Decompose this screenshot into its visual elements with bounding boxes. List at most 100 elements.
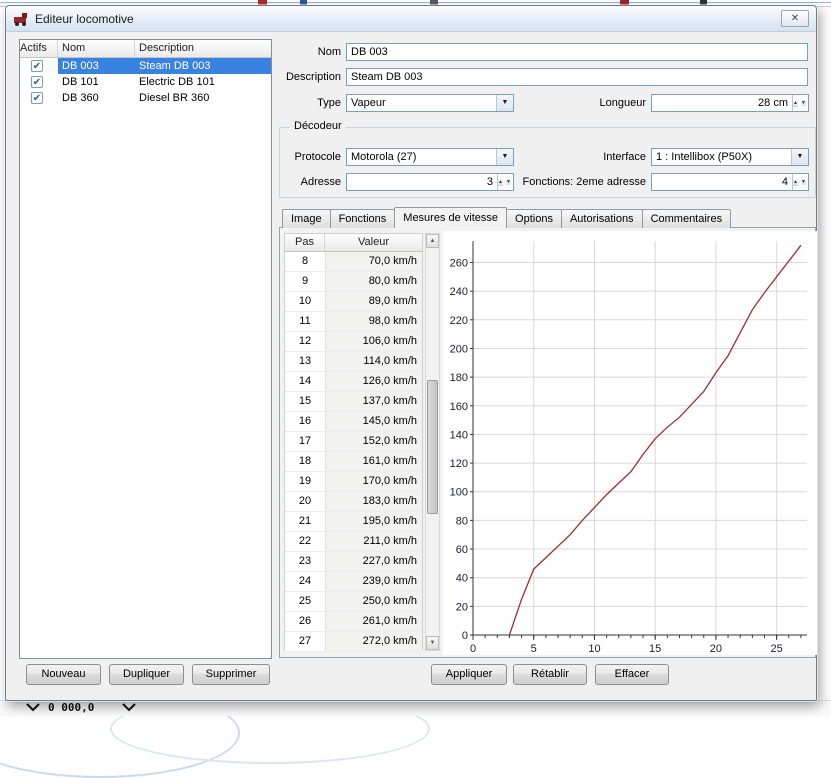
speed-row[interactable]: 26261,0 km/h <box>285 612 422 632</box>
speed-row[interactable]: 17152,0 km/h <box>285 432 422 452</box>
spinner-down-icon[interactable]: ▼ <box>801 100 806 106</box>
speed-row[interactable]: 18161,0 km/h <box>285 452 422 472</box>
speed-value[interactable]: 261,0 km/h <box>325 612 422 631</box>
speed-value[interactable]: 250,0 km/h <box>325 592 422 611</box>
locomotive-row[interactable]: ✔DB 360Diesel BR 360 <box>20 90 271 106</box>
speed-value[interactable]: 272,0 km/h <box>325 632 422 651</box>
locomotive-row[interactable]: ✔DB 003Steam DB 003 <box>20 58 271 74</box>
speed-value[interactable]: 80,0 km/h <box>325 272 422 291</box>
column-header-pas[interactable]: Pas <box>285 234 325 251</box>
speed-value[interactable]: 239,0 km/h <box>325 572 422 591</box>
actifs-checkbox[interactable]: ✔ <box>20 58 58 74</box>
speed-step: 15 <box>285 392 325 411</box>
nom-label: Nom <box>246 43 341 61</box>
loco-name: DB 360 <box>58 90 135 106</box>
svg-text:15: 15 <box>649 643 661 655</box>
dupliquer-button[interactable]: Dupliquer <box>109 664 184 685</box>
speed-value[interactable]: 183,0 km/h <box>325 492 422 511</box>
speed-value[interactable]: 137,0 km/h <box>325 392 422 411</box>
speed-value[interactable]: 114,0 km/h <box>325 352 422 371</box>
locomotive-row[interactable]: ✔DB 101Electric DB 101 <box>20 74 271 90</box>
spinner-up-icon[interactable]: ▲ <box>793 100 798 107</box>
speed-row[interactable]: 21195,0 km/h <box>285 512 422 532</box>
tab-commentaires[interactable]: Commentaires <box>642 209 732 228</box>
speed-row[interactable]: 27272,0 km/h <box>285 632 422 652</box>
background-status-value: 0 000,0 <box>48 701 94 714</box>
speed-value[interactable]: 152,0 km/h <box>325 432 422 451</box>
svg-text:120: 120 <box>450 458 468 470</box>
scroll-down-icon[interactable]: ▼ <box>426 636 439 650</box>
chevron-down-icon[interactable]: ▼ <box>791 149 808 165</box>
editor-tabs: ImageFonctionsMesures de vitesseOptionsA… <box>282 207 730 228</box>
speed-row[interactable]: 980,0 km/h <box>285 272 422 292</box>
actifs-checkbox[interactable]: ✔ <box>20 74 58 90</box>
speed-value[interactable]: 70,0 km/h <box>325 252 422 271</box>
speed-table-scrollbar[interactable]: ▲ ▼ <box>425 233 440 651</box>
speed-row[interactable]: 15137,0 km/h <box>285 392 422 412</box>
column-header-nom[interactable]: Nom <box>58 40 135 57</box>
locomotive-list[interactable]: Actifs Nom Description ✔DB 003Steam DB 0… <box>19 39 272 659</box>
speed-row[interactable]: 12106,0 km/h <box>285 332 422 352</box>
tab-autorisations[interactable]: Autorisations <box>561 209 643 228</box>
supprimer-button[interactable]: Supprimer <box>192 664 270 685</box>
effacer-button[interactable]: Effacer <box>595 664 669 685</box>
speed-row[interactable]: 16145,0 km/h <box>285 412 422 432</box>
speed-row[interactable]: 23227,0 km/h <box>285 552 422 572</box>
tab-mesures-de-vitesse[interactable]: Mesures de vitesse <box>394 207 507 228</box>
speed-value[interactable]: 98,0 km/h <box>325 312 422 331</box>
speed-row[interactable]: 1089,0 km/h <box>285 292 422 312</box>
speed-value[interactable]: 126,0 km/h <box>325 372 422 391</box>
nouveau-button[interactable]: Nouveau <box>26 664 101 685</box>
close-icon[interactable]: ✕ <box>781 10 809 27</box>
speed-value[interactable]: 145,0 km/h <box>325 412 422 431</box>
spinner-up-icon[interactable]: ▲ <box>793 179 798 186</box>
longueur-stepper[interactable]: 28 cm ▲ ▼ <box>651 94 809 112</box>
svg-text:140: 140 <box>450 429 468 441</box>
speed-value[interactable]: 89,0 km/h <box>325 292 422 311</box>
speed-value[interactable]: 211,0 km/h <box>325 532 422 551</box>
description-input[interactable]: Steam DB 003 <box>346 68 808 86</box>
svg-text:0: 0 <box>470 643 476 655</box>
speed-value[interactable]: 195,0 km/h <box>325 512 422 531</box>
scrollbar-thumb[interactable] <box>427 380 438 514</box>
speed-row[interactable]: 20183,0 km/h <box>285 492 422 512</box>
speed-row[interactable]: 13114,0 km/h <box>285 352 422 372</box>
dialog-titlebar[interactable]: Editeur locomotive ✕ <box>6 6 816 32</box>
speed-value[interactable]: 170,0 km/h <box>325 472 422 491</box>
speed-row[interactable]: 870,0 km/h <box>285 252 422 272</box>
fonctions-stepper[interactable]: 4 ▲ ▼ <box>651 173 809 191</box>
chevron-down-icon[interactable]: ▼ <box>496 95 513 111</box>
speed-value[interactable]: 106,0 km/h <box>325 332 422 351</box>
speed-row[interactable]: 24239,0 km/h <box>285 572 422 592</box>
adresse-stepper[interactable]: 3 ▲ ▼ <box>346 173 514 191</box>
speed-table-header: Pas Valeur <box>285 234 422 252</box>
speed-row[interactable]: 22211,0 km/h <box>285 532 422 552</box>
speed-step: 26 <box>285 612 325 631</box>
tab-image[interactable]: Image <box>282 209 331 228</box>
svg-text:40: 40 <box>456 573 468 585</box>
speed-measure-table[interactable]: Pas Valeur 870,0 km/h980,0 km/h1089,0 km… <box>284 233 423 651</box>
scroll-up-icon[interactable]: ▲ <box>426 234 439 248</box>
protocole-dropdown[interactable]: Motorola (27) ▼ <box>346 148 514 166</box>
speed-row[interactable]: 14126,0 km/h <box>285 372 422 392</box>
appliquer-button[interactable]: Appliquer <box>431 664 507 685</box>
interface-dropdown[interactable]: 1 : Intellibox (P50X) ▼ <box>651 148 809 166</box>
svg-text:260: 260 <box>450 257 468 269</box>
speed-step: 13 <box>285 352 325 371</box>
tab-options[interactable]: Options <box>506 209 562 228</box>
speed-row[interactable]: 1198,0 km/h <box>285 312 422 332</box>
svg-text:200: 200 <box>450 343 468 355</box>
chevron-down-icon[interactable]: ▼ <box>496 149 513 165</box>
retablir-button[interactable]: Rétablir <box>513 664 587 685</box>
speed-value[interactable]: 227,0 km/h <box>325 552 422 571</box>
nom-input[interactable]: DB 003 <box>346 43 808 61</box>
speed-value[interactable]: 161,0 km/h <box>325 452 422 471</box>
speed-row[interactable]: 25250,0 km/h <box>285 592 422 612</box>
column-header-valeur[interactable]: Valeur <box>325 234 422 251</box>
speed-row[interactable]: 19170,0 km/h <box>285 472 422 492</box>
spinner-down-icon[interactable]: ▼ <box>801 179 806 185</box>
actifs-checkbox[interactable]: ✔ <box>20 90 58 106</box>
column-header-actifs[interactable]: Actifs <box>20 40 58 57</box>
type-dropdown[interactable]: Vapeur ▼ <box>346 94 514 112</box>
tab-fonctions[interactable]: Fonctions <box>330 209 396 228</box>
